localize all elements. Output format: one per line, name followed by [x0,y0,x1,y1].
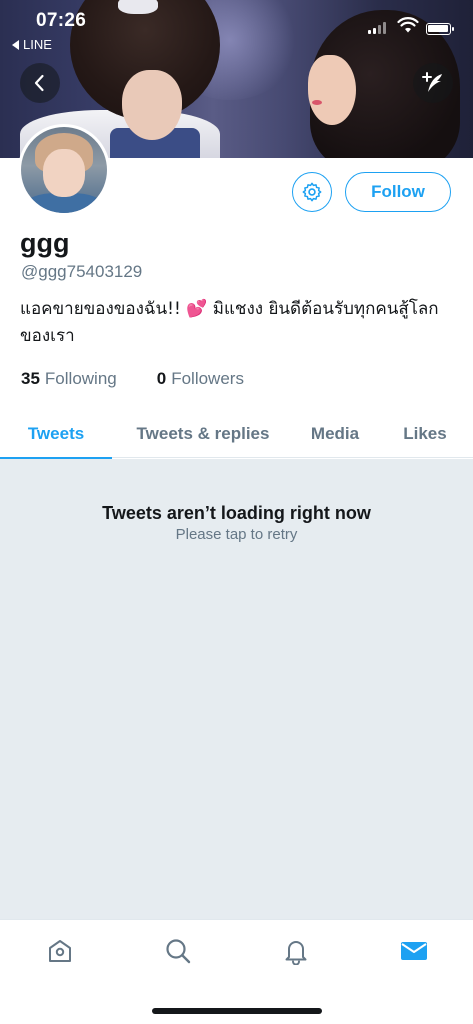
followers-count: 0 [156,369,167,388]
chevron-left-icon [34,74,44,92]
error-title: Tweets aren’t loading right now [102,503,371,523]
user-handle: @ggg75403129 [21,262,143,281]
following-stat[interactable]: 35 Following [21,369,117,389]
compose-feather-icon [422,72,442,92]
status-bar: 07:26 LINE [0,0,473,56]
home-indicator [152,1008,322,1014]
followers-label: Followers [171,369,244,388]
follow-button[interactable]: Follow [345,172,451,212]
wifi-icon [397,17,419,33]
nav-messages[interactable] [394,934,434,968]
gear-icon [302,182,322,202]
cellular-signal-icon [368,22,386,34]
compose-tweet-button[interactable] [413,63,453,103]
two-hearts-emoji-icon: 💕 [186,299,208,319]
search-icon [166,939,191,964]
retry-message[interactable]: Please tap to retry [0,526,473,543]
tweets-timeline[interactable]: Tweets aren’t loading right now Please t… [0,459,473,919]
nav-search[interactable] [158,934,198,968]
profile-tabs: Tweets Tweets & replies Media Likes [0,410,473,459]
tab-media[interactable]: Media [300,410,370,458]
avatar-image [21,127,107,213]
status-time: 07:26 [36,10,87,31]
following-count: 35 [21,369,40,388]
bio-text: แอคขายของของฉัน!! [20,299,187,319]
bottom-navigation [0,919,473,1024]
back-triangle-icon [12,39,19,50]
display-name: ggg [20,228,70,258]
tab-likes[interactable]: Likes [392,410,458,458]
followers-stat[interactable]: 0 Followers [157,369,244,389]
home-icon [49,940,71,962]
tab-tweets-and-replies[interactable]: Tweets & replies [118,410,288,458]
back-app-label: LINE [23,37,52,52]
avatar[interactable] [18,124,110,216]
profile-settings-button[interactable] [292,172,332,212]
follow-stats: 35 Following 0 Followers [21,369,244,389]
back-button[interactable] [20,63,60,103]
messages-icon [401,942,427,960]
battery-icon [426,23,454,35]
profile-bio: แอคขายของของฉัน!! 💕 มิแชงง ยินดีต้อนรับท… [20,296,460,350]
nav-notifications[interactable] [276,934,316,968]
back-to-app-link[interactable]: LINE [12,37,52,52]
tab-tweets[interactable]: Tweets [0,410,112,459]
following-label: Following [44,369,117,388]
nav-home[interactable] [40,934,80,968]
notifications-icon [285,941,307,965]
